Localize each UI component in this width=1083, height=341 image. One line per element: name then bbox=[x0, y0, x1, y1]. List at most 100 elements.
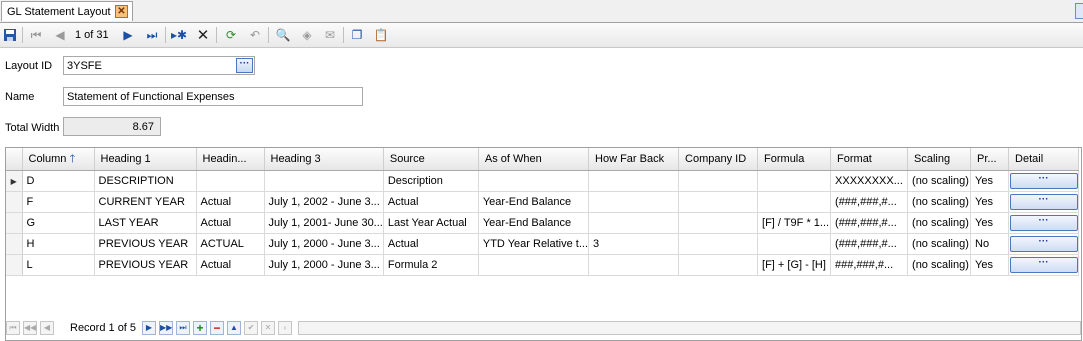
cell-heading1[interactable]: PREVIOUS YEAR bbox=[94, 254, 197, 276]
cell-scaling[interactable]: (no scaling) bbox=[907, 191, 972, 213]
row-indicator[interactable] bbox=[6, 212, 23, 234]
cell-scaling[interactable]: (no scaling) bbox=[907, 233, 972, 255]
detail-button[interactable]: ··· bbox=[1009, 215, 1078, 231]
cell-how-far-back[interactable] bbox=[588, 212, 680, 234]
cell-heading1[interactable]: DESCRIPTION bbox=[94, 170, 197, 192]
print-preview-icon[interactable]: 🔍 bbox=[274, 26, 292, 44]
cell-heading2[interactable]: ACTUAL bbox=[196, 233, 265, 255]
column-header-company-id[interactable]: Company ID bbox=[678, 148, 759, 171]
cell-as-of-when[interactable]: Year-End Balance bbox=[478, 191, 590, 213]
cell-scaling[interactable]: (no scaling) bbox=[907, 254, 972, 276]
refresh-icon[interactable]: ⟳ bbox=[222, 26, 240, 44]
column-header-print[interactable]: Pr... bbox=[970, 148, 1010, 171]
cell-how-far-back[interactable]: 3 bbox=[588, 233, 680, 255]
cell-company-id[interactable] bbox=[678, 170, 759, 192]
cell-formula[interactable] bbox=[757, 170, 832, 192]
nav-remove-icon[interactable]: − bbox=[210, 321, 224, 335]
column-header-heading3[interactable]: Heading 3 bbox=[264, 148, 384, 171]
panel-pin-icon[interactable] bbox=[1075, 3, 1083, 19]
detail-button[interactable]: ··· bbox=[1009, 236, 1078, 252]
attach-icon[interactable]: ◈ bbox=[298, 26, 316, 44]
cell-as-of-when[interactable]: YTD Year Relative t... bbox=[478, 233, 590, 255]
column-header-source[interactable]: Source bbox=[383, 148, 479, 171]
close-icon[interactable]: ✕ bbox=[115, 5, 128, 18]
scroll-left-icon[interactable]: ‹ bbox=[278, 321, 292, 335]
column-header-format[interactable]: Format bbox=[830, 148, 909, 171]
column-header-as-of-when[interactable]: As of When bbox=[478, 148, 590, 171]
nav-add-icon[interactable]: + bbox=[193, 321, 207, 335]
cell-formula[interactable] bbox=[757, 233, 832, 255]
delete-icon[interactable]: ✕ bbox=[194, 26, 212, 44]
cell-heading2[interactable]: Actual bbox=[196, 254, 265, 276]
cell-formula[interactable]: [F] / T9F * 1... bbox=[757, 212, 832, 234]
cell-print[interactable]: Yes bbox=[970, 212, 1010, 234]
cell-scaling[interactable]: (no scaling) bbox=[907, 212, 972, 234]
undo-icon[interactable]: ↶ bbox=[246, 26, 264, 44]
nav-cancel-icon[interactable]: ✕ bbox=[261, 321, 275, 335]
cell-format[interactable]: (###,###,#... bbox=[830, 191, 909, 213]
cell-column[interactable]: L bbox=[22, 254, 95, 276]
cell-company-id[interactable] bbox=[678, 191, 759, 213]
column-header-heading2[interactable]: Headin... bbox=[196, 148, 265, 171]
cell-heading3[interactable]: July 1, 2001- June 30... bbox=[264, 212, 384, 234]
cell-as-of-when[interactable]: Year-End Balance bbox=[478, 212, 590, 234]
new-record-icon[interactable]: ▸✱ bbox=[170, 26, 188, 44]
row-indicator[interactable] bbox=[6, 191, 23, 213]
nav-first-icon[interactable]: ⏮ bbox=[6, 321, 20, 335]
cell-column[interactable]: H bbox=[22, 233, 95, 255]
current-row-indicator-icon[interactable]: ▶ bbox=[6, 170, 23, 192]
next-record-icon[interactable]: ▶ bbox=[119, 26, 137, 44]
detail-button[interactable]: ··· bbox=[1009, 257, 1078, 273]
paste-icon[interactable]: 📋 bbox=[372, 26, 390, 44]
copy-icon[interactable]: ❐ bbox=[348, 26, 366, 44]
cell-print[interactable]: Yes bbox=[970, 191, 1010, 213]
cell-source[interactable]: Formula 2 bbox=[383, 254, 479, 276]
column-header-heading1[interactable]: Heading 1 bbox=[94, 148, 197, 171]
cell-heading3[interactable]: July 1, 2000 - June 3... bbox=[264, 233, 384, 255]
last-record-icon[interactable]: ⏭ bbox=[143, 26, 161, 44]
cell-heading1[interactable]: PREVIOUS YEAR bbox=[94, 233, 197, 255]
cell-format[interactable]: ###,###,#... bbox=[830, 254, 909, 276]
detail-button[interactable]: ··· bbox=[1009, 194, 1078, 210]
email-icon[interactable]: ✉ bbox=[321, 26, 339, 44]
column-header-column[interactable]: Column 🡑 bbox=[22, 148, 95, 171]
cell-heading2[interactable]: Actual bbox=[196, 212, 265, 234]
nav-prev-page-icon[interactable]: ◀◀ bbox=[23, 321, 37, 335]
cell-company-id[interactable] bbox=[678, 233, 759, 255]
cell-column[interactable]: G bbox=[22, 212, 95, 234]
table-row[interactable]: ▶ D DESCRIPTION Description XXXXXXXX... (no s… bbox=[6, 170, 1080, 192]
horizontal-scrollbar[interactable] bbox=[298, 321, 1081, 335]
save-icon[interactable] bbox=[1, 26, 19, 44]
table-row[interactable]: G LAST YEAR Actual July 1, 2001- June 30...… bbox=[6, 212, 1080, 234]
cell-scaling[interactable]: (no scaling) bbox=[907, 170, 972, 192]
cell-heading2[interactable]: Actual bbox=[196, 191, 265, 213]
cell-heading2[interactable] bbox=[196, 170, 265, 192]
nav-next-icon[interactable]: ▶ bbox=[142, 321, 156, 335]
nav-last-icon[interactable]: ⏭ bbox=[176, 321, 190, 335]
table-row[interactable]: H PREVIOUS YEAR ACTUAL July 1, 2000 - June … bbox=[6, 233, 1080, 255]
cell-heading3[interactable]: July 1, 2000 - June 3... bbox=[264, 254, 384, 276]
cell-how-far-back[interactable] bbox=[588, 254, 680, 276]
cell-how-far-back[interactable] bbox=[588, 191, 680, 213]
cell-source[interactable]: Actual bbox=[383, 191, 479, 213]
row-indicator[interactable] bbox=[6, 233, 23, 255]
nav-move-up-icon[interactable]: ▲ bbox=[227, 321, 241, 335]
column-header-how-far-back[interactable]: How Far Back bbox=[588, 148, 680, 171]
cell-company-id[interactable] bbox=[678, 254, 759, 276]
cell-format[interactable]: (###,###,#... bbox=[830, 212, 909, 234]
column-header-scaling[interactable]: Scaling bbox=[907, 148, 972, 171]
column-header-formula[interactable]: Formula bbox=[757, 148, 832, 171]
nav-prev-icon[interactable]: ◀ bbox=[40, 321, 54, 335]
cell-how-far-back[interactable] bbox=[588, 170, 680, 192]
cell-column[interactable]: F bbox=[22, 191, 95, 213]
cell-as-of-when[interactable] bbox=[478, 170, 590, 192]
table-row[interactable]: L PREVIOUS YEAR Actual July 1, 2000 - June … bbox=[6, 254, 1080, 276]
cell-heading3[interactable]: July 1, 2002 - June 3... bbox=[264, 191, 384, 213]
cell-format[interactable]: (###,###,#... bbox=[830, 233, 909, 255]
cell-print[interactable]: Yes bbox=[970, 170, 1010, 192]
cell-source[interactable]: Last Year Actual bbox=[383, 212, 479, 234]
cell-heading3[interactable] bbox=[264, 170, 384, 192]
detail-button[interactable]: ··· bbox=[1009, 173, 1078, 189]
cell-print[interactable]: No bbox=[970, 233, 1010, 255]
lookup-button[interactable]: ··· bbox=[236, 58, 253, 73]
